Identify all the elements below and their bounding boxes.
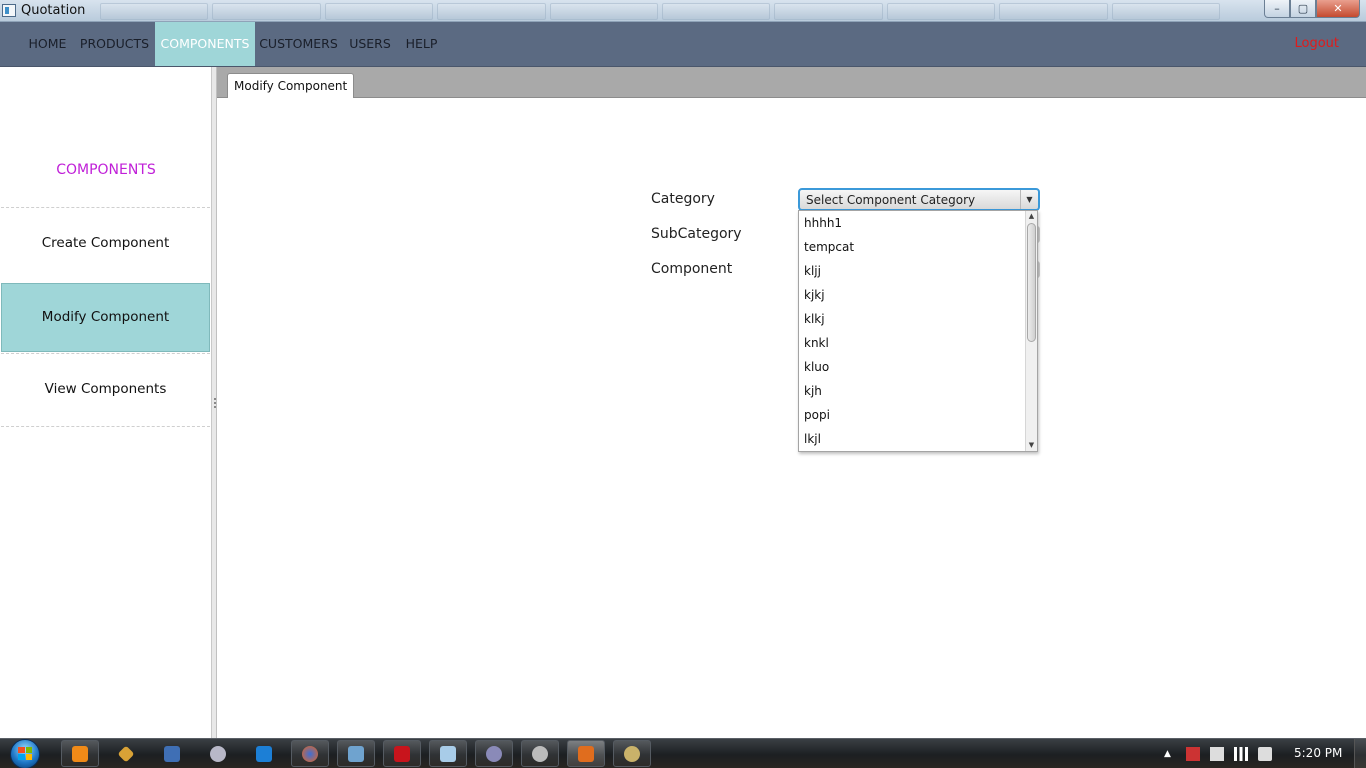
sidebar-divider bbox=[1, 426, 210, 427]
signal-icon[interactable] bbox=[1234, 747, 1248, 761]
java-icon bbox=[578, 745, 594, 762]
taskbar-app-2[interactable] bbox=[107, 740, 145, 767]
taskbar-app-5[interactable] bbox=[245, 740, 283, 767]
power-icon[interactable] bbox=[1210, 747, 1224, 761]
clock[interactable]: 5:20 PM bbox=[1294, 746, 1342, 760]
sidebar: COMPONENTS Create Component Modify Compo… bbox=[0, 67, 212, 738]
minimize-button[interactable]: – bbox=[1264, 0, 1290, 18]
taskbar-firefox[interactable] bbox=[291, 740, 329, 767]
category-dropdown-list: hhhh1 tempcat kljj kjkj klkj knkl kluo k… bbox=[798, 210, 1038, 452]
chevron-down-icon[interactable]: ▼ bbox=[1020, 190, 1038, 209]
nav-products[interactable]: PRODUCTS bbox=[77, 22, 152, 66]
tab-strip: Modify Component bbox=[217, 67, 1366, 99]
scroll-thumb[interactable] bbox=[1027, 223, 1036, 342]
taskbar-app-3[interactable] bbox=[153, 740, 191, 767]
dropdown-option[interactable]: hhhh1 bbox=[804, 211, 842, 235]
category-label: Category bbox=[651, 191, 715, 207]
sidebar-item-create-component[interactable]: Create Component bbox=[1, 207, 210, 277]
background-windows-strip bbox=[100, 3, 1221, 20]
palette-icon bbox=[624, 745, 640, 762]
notepad-icon bbox=[440, 745, 456, 762]
nav-home[interactable]: HOME bbox=[20, 22, 75, 66]
app-icon bbox=[2, 4, 16, 17]
dropdown-option[interactable]: lkjl bbox=[804, 427, 821, 451]
tab-modify-component[interactable]: Modify Component bbox=[227, 73, 355, 99]
taskbar-app-13[interactable] bbox=[613, 740, 651, 767]
network-app-icon bbox=[164, 745, 180, 762]
taskbar-java-app[interactable] bbox=[567, 740, 605, 767]
nav-users[interactable]: USERS bbox=[344, 22, 396, 66]
title-bar: Quotation – ▢ ✕ bbox=[0, 0, 1366, 22]
taskbar: ▲ 5:20 PM bbox=[0, 738, 1366, 768]
sidebar-item-view-components[interactable]: View Components bbox=[1, 353, 210, 423]
tray-expand-icon[interactable]: ▲ bbox=[1164, 747, 1178, 761]
start-button[interactable] bbox=[7, 739, 45, 768]
window-controls: – ▢ ✕ bbox=[1264, 0, 1360, 18]
subcategory-label: SubCategory bbox=[651, 226, 742, 242]
taskbar-app-4[interactable] bbox=[199, 740, 237, 767]
nav-customers[interactable]: CUSTOMERS bbox=[257, 22, 340, 66]
pdf-icon bbox=[394, 745, 410, 762]
sidebar-item-modify-component[interactable]: Modify Component bbox=[1, 283, 210, 352]
sidebar-heading: COMPONENTS bbox=[56, 162, 156, 178]
category-select-value: Select Component Category bbox=[806, 193, 976, 207]
refresh-icon bbox=[532, 745, 548, 762]
tool-icon bbox=[117, 745, 135, 762]
windows-logo-icon bbox=[18, 747, 32, 760]
taskbar-app-11[interactable] bbox=[521, 740, 559, 767]
taskbar-app-10[interactable] bbox=[475, 740, 513, 767]
scroll-down-icon[interactable]: ▼ bbox=[1026, 440, 1037, 451]
action-center-flag-icon[interactable] bbox=[1186, 747, 1200, 761]
nav-components[interactable]: COMPONENTS bbox=[155, 22, 255, 66]
dropdown-option[interactable]: knkl bbox=[804, 331, 829, 355]
main-content bbox=[217, 98, 1366, 738]
scroll-up-icon[interactable]: ▲ bbox=[1026, 211, 1037, 222]
dropdown-option[interactable]: kjh bbox=[804, 379, 822, 403]
teamviewer-icon bbox=[256, 745, 272, 762]
dropdown-option[interactable]: klkj bbox=[804, 307, 825, 331]
folder-icon bbox=[348, 745, 364, 762]
dropdown-option[interactable]: kljj bbox=[804, 259, 821, 283]
dropdown-option[interactable]: tempcat bbox=[804, 235, 854, 259]
taskbar-explorer[interactable] bbox=[337, 740, 375, 767]
paint-icon bbox=[210, 745, 226, 762]
dropdown-option[interactable]: kluo bbox=[804, 355, 829, 379]
volume-icon[interactable] bbox=[1258, 747, 1272, 761]
firefox-icon bbox=[302, 745, 318, 762]
nav-help[interactable]: HELP bbox=[400, 22, 443, 66]
dropdown-scrollbar[interactable]: ▲ ▼ bbox=[1025, 211, 1037, 451]
component-label: Component bbox=[651, 261, 733, 277]
taskbar-pdf-reader[interactable] bbox=[383, 740, 421, 767]
window-title: Quotation bbox=[21, 3, 86, 18]
show-desktop-button[interactable] bbox=[1354, 739, 1366, 768]
category-select[interactable]: Select Component Category ▼ bbox=[798, 188, 1040, 211]
maximize-button[interactable]: ▢ bbox=[1290, 0, 1316, 18]
top-navigation: HOME PRODUCTS COMPONENTS CUSTOMERS USERS… bbox=[0, 22, 1366, 67]
taskbar-notepad[interactable] bbox=[429, 740, 467, 767]
taskbar-media-player[interactable] bbox=[61, 740, 99, 767]
gear-icon bbox=[486, 745, 502, 762]
close-button[interactable]: ✕ bbox=[1316, 0, 1360, 18]
media-player-icon bbox=[72, 745, 88, 762]
dropdown-option[interactable]: popi bbox=[804, 403, 830, 427]
logout-link[interactable]: Logout bbox=[1294, 22, 1339, 66]
dropdown-option[interactable]: kjkj bbox=[804, 283, 825, 307]
